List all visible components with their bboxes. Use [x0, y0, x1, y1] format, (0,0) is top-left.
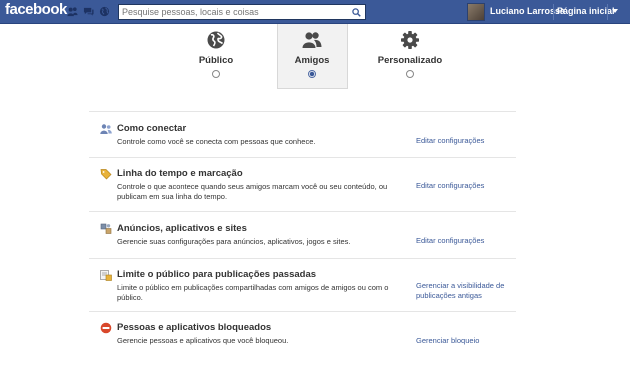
setting-title: Linha do tempo e marcação [117, 168, 243, 179]
search-input[interactable] [122, 5, 344, 19]
edit-settings-link[interactable]: Editar configurações [416, 136, 516, 146]
block-icon [100, 322, 112, 334]
messages-icon[interactable] [83, 6, 94, 17]
search-box [118, 4, 366, 20]
audience-option-custom[interactable]: Personalizado [370, 30, 450, 82]
setting-description: Controle como você se conecta com pessoa… [117, 137, 316, 146]
divider [89, 157, 516, 158]
setting-title: Como conectar [117, 123, 187, 134]
divider [89, 258, 516, 259]
setting-description: Gerencie suas configurações para anúncio… [117, 237, 351, 246]
divider [89, 311, 516, 312]
edit-settings-link[interactable]: Editar configurações [416, 236, 516, 246]
globe-icon [207, 31, 225, 49]
audience-option-public[interactable]: Público [176, 30, 256, 82]
people-icon [100, 124, 112, 134]
setting-description: Limite o público em publicações comparti… [117, 283, 389, 302]
audience-label-friends: Amigos [294, 55, 330, 66]
friend-requests-icon[interactable] [67, 6, 78, 17]
edit-settings-link[interactable]: Editar configurações [416, 181, 516, 191]
past-posts-icon [100, 270, 112, 281]
setting-description: Gerencie pessoas e aplicativos que você … [117, 336, 289, 345]
search-icon [351, 7, 361, 17]
avatar[interactable] [467, 3, 485, 21]
nav-divider [553, 4, 554, 20]
friends-icon [302, 32, 322, 48]
gear-icon [401, 31, 419, 49]
manage-blocking-link[interactable]: Gerenciar bloqueio [416, 336, 516, 346]
search-button[interactable] [347, 5, 365, 19]
setting-title: Anúncios, aplicativos e sites [117, 223, 247, 234]
audience-option-friends[interactable]: Amigos [272, 30, 352, 82]
tag-icon [100, 169, 112, 180]
globe-notifications-icon[interactable] [99, 6, 110, 17]
divider [89, 111, 516, 112]
audience-label-custom: Personalizado [377, 55, 443, 66]
divider [89, 211, 516, 212]
audience-radio-friends[interactable] [308, 70, 316, 78]
nav-divider [607, 4, 608, 20]
manage-old-posts-link[interactable]: Gerenciar a visibilidade de publicações … [416, 281, 516, 301]
audience-radio-custom[interactable] [406, 70, 414, 78]
account-menu-chevron-down-icon[interactable] [612, 9, 618, 13]
top-bar: facebook Luciano Larrossa Página inicial [0, 0, 630, 24]
setting-description: Controle o que acontece quando seus amig… [117, 182, 388, 201]
apps-icon [100, 223, 112, 234]
audience-label-public: Público [198, 55, 234, 66]
setting-title: Limite o público para publicações passad… [117, 269, 317, 280]
facebook-logo[interactable]: facebook [5, 1, 67, 18]
home-link[interactable]: Página inicial [557, 6, 615, 16]
audience-radio-public[interactable] [212, 70, 220, 78]
setting-title: Pessoas e aplicativos bloqueados [117, 322, 272, 333]
